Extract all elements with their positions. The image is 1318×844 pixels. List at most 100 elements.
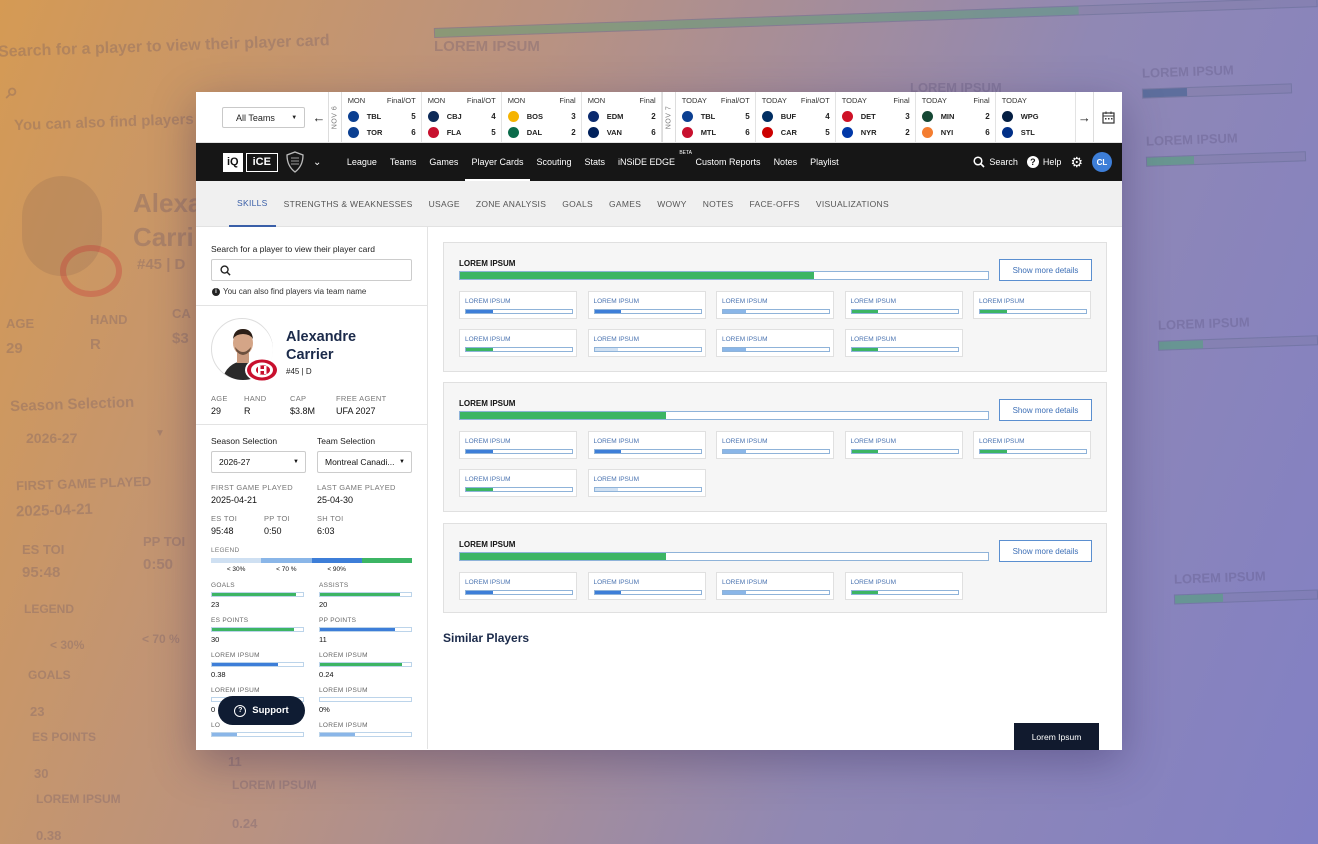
tab-usage[interactable]: USAGE [421, 181, 468, 227]
nav-item-games[interactable]: Games [423, 143, 465, 181]
nav-item-label: Player Cards [471, 157, 524, 167]
day-label-1: NOV 6 [331, 105, 339, 129]
team-score: 2 [985, 111, 990, 121]
nav-item-player-cards[interactable]: Player Cards [464, 143, 530, 181]
tab-notes[interactable]: NOTES [695, 181, 742, 227]
skill-metric-tile[interactable]: LOREM IPSUM [587, 572, 706, 600]
skill-metric-tile[interactable]: LOREM IPSUM [716, 572, 834, 600]
nav-item-label: Teams [389, 157, 417, 167]
tab-zone-analysis[interactable]: ZONE ANALYSIS [468, 181, 554, 227]
skill-metric-label: LOREM IPSUM [850, 336, 897, 343]
game-score-card[interactable]: MON Final BOS 3 DAL 2 [502, 92, 582, 142]
show-more-details-button[interactable]: Show more details [999, 399, 1092, 421]
team-filter-select[interactable]: All Teams ▼ [222, 107, 306, 128]
skill-metric-bar-fill [594, 348, 618, 351]
skill-metric-tile[interactable]: LOREM IPSUM [587, 291, 706, 319]
pp-toi: PP TOI 0:50 [264, 514, 317, 536]
skill-card-title: LOREM IPSUM [459, 259, 516, 268]
user-avatar[interactable]: CL [1092, 152, 1112, 172]
skill-metric-tile[interactable]: LOREM IPSUM [844, 329, 963, 357]
game-day: MON [587, 96, 606, 105]
nav-item-scouting[interactable]: Scouting [530, 143, 578, 181]
season-select[interactable]: 2026-27 ▼ [211, 451, 306, 473]
game-team-row: FLA 5 [427, 124, 496, 140]
skill-metric-tile[interactable]: LOREM IPSUM [459, 291, 577, 319]
skill-metric-tile[interactable]: LOREM IPSUM [844, 291, 963, 319]
metric-item: PP POINTS 11 [319, 617, 427, 652]
nav-item-custom-reports[interactable]: Custom Reports [689, 143, 767, 181]
bg-logo [60, 245, 122, 297]
player-search-input[interactable] [211, 259, 412, 281]
tab-games[interactable]: GAMES [601, 181, 649, 227]
skill-metric-tile[interactable]: LOREM IPSUM [587, 329, 706, 357]
skill-metric-tile[interactable]: LOREM IPSUM [844, 572, 963, 600]
team-abbrev: DAL [526, 127, 543, 137]
search-button[interactable]: Search [973, 156, 1018, 168]
skill-metric-label: LOREM IPSUM [979, 438, 1025, 445]
league-switch-chevron-icon[interactable]: ⌄ [313, 157, 321, 168]
tab-face-offs[interactable]: FACE-OFFS [742, 181, 808, 227]
lorem-ipsum-button[interactable]: Lorem Ipsum [1014, 723, 1099, 750]
game-score-card[interactable]: TODAY Final/OT BUF 4 CAR 5 [756, 92, 836, 142]
sh-toi-value: 6:03 [317, 526, 335, 536]
metric-item: LOREM IPSUM [319, 722, 427, 749]
skill-metric-tile[interactable]: LOREM IPSUM [716, 431, 834, 459]
tab-skills[interactable]: SKILLS [229, 181, 276, 227]
skill-metric-label: LOREM IPSUM [465, 476, 511, 483]
iqice-logo[interactable]: iQ iCE [223, 152, 278, 172]
metric-label: LOREM IPSUM [319, 722, 368, 729]
game-score-card[interactable]: TODAY Final/OT TBL 5 MTL 6 [676, 92, 756, 142]
chevron-down-icon: ▼ [399, 459, 405, 465]
nav-item-teams[interactable]: Teams [383, 143, 423, 181]
game-score-card[interactable]: MON Final/OT CBJ 4 FLA 5 [422, 92, 502, 142]
skill-metric-tile[interactable]: LOREM IPSUM [459, 572, 577, 600]
team-select[interactable]: Montreal Canadi... ▼ [317, 451, 412, 473]
scores-next-button[interactable]: → [1076, 92, 1093, 142]
help-button[interactable]: ? Help [1026, 156, 1061, 168]
scores-prev-button[interactable]: ← [310, 92, 327, 142]
tab-wowy[interactable]: WOWY [649, 181, 695, 227]
tab-strengths-weaknesses[interactable]: STRENGTHS & WEAKNESSES [276, 181, 421, 227]
nav-item-inside-edge[interactable]: iNSiDE EDGE BETA [612, 143, 692, 181]
skill-metric-tile[interactable]: LOREM IPSUM [587, 469, 706, 497]
legend-item-90: < 90% [327, 566, 346, 573]
team-logo-icon [347, 126, 359, 138]
skill-metric-tile[interactable]: LOREM IPSUM [973, 291, 1091, 319]
tab-goals[interactable]: GOALS [554, 181, 601, 227]
skill-metric-tile[interactable]: LOREM IPSUM [716, 329, 834, 357]
game-score-card[interactable]: TODAY Final MIN 2 NYI 6 [916, 92, 996, 142]
skill-metric-tile[interactable]: LOREM IPSUM [716, 291, 834, 319]
skill-metric-tile[interactable]: LOREM IPSUM [459, 431, 577, 459]
skill-metric-bar-fill [980, 310, 1007, 313]
skill-metric-bar-fill [466, 488, 493, 491]
skill-metric-tile[interactable]: LOREM IPSUM [459, 329, 577, 357]
game-score-card[interactable]: MON Final/OT TBL 5 TOR 6 [342, 92, 422, 142]
show-more-details-button[interactable]: Show more details [999, 259, 1092, 281]
nav-item-notes[interactable]: Notes [767, 143, 804, 181]
calendar-button[interactable] [1093, 92, 1122, 142]
nav-item-league[interactable]: League [340, 143, 383, 181]
team-score: 4 [825, 111, 830, 121]
skill-metric-tile[interactable]: LOREM IPSUM [844, 431, 963, 459]
game-score-card[interactable]: MON Final EDM 2 VAN 6 [582, 92, 662, 142]
bg-bar-2 [1141, 83, 1293, 99]
skill-metric-tile[interactable]: LOREM IPSUM [973, 431, 1091, 459]
metric-value: 20 [319, 600, 328, 609]
skill-metric-bar-fill [851, 591, 878, 594]
nav-item-playlist[interactable]: Playlist [804, 143, 846, 181]
tab-visualizations[interactable]: VISUALIZATIONS [808, 181, 897, 227]
game-team-row: STL [1001, 124, 1070, 140]
team-abbrev: NYR [860, 127, 877, 137]
bg-card-6: LOREM IPSUM [1173, 568, 1266, 587]
game-score-card[interactable]: TODAY Final DET 3 NYR 2 [836, 92, 916, 142]
support-button[interactable]: ? Support [218, 696, 305, 725]
skill-metric-tile[interactable]: LOREM IPSUM [459, 469, 577, 497]
settings-button[interactable]: ⚙ [1070, 155, 1083, 169]
game-day: MON [347, 96, 366, 105]
nav-item-stats[interactable]: Stats [578, 143, 612, 181]
metric-bar [211, 732, 304, 737]
free-agent-value: UFA 2027 [336, 406, 376, 416]
game-score-card[interactable]: TODAY WPG STL [996, 92, 1076, 142]
skill-metric-tile[interactable]: LOREM IPSUM [587, 431, 706, 459]
show-more-details-button[interactable]: Show more details [999, 540, 1092, 562]
